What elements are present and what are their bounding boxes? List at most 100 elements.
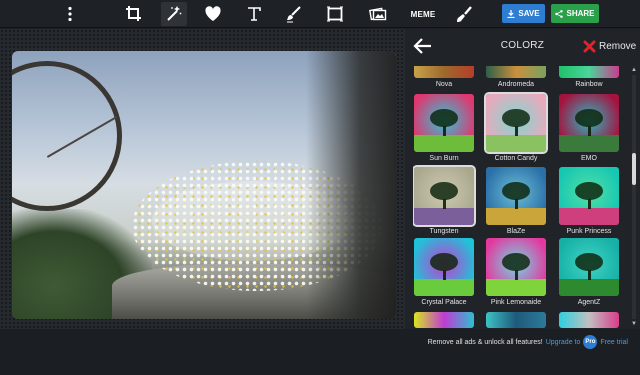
thumbnail-trunk xyxy=(588,198,591,209)
overlays-button[interactable] xyxy=(365,2,391,26)
canvas-area xyxy=(0,29,405,329)
filter-crystal-palace[interactable]: Crystal Palace xyxy=(413,238,475,306)
frames-button[interactable] xyxy=(322,2,348,26)
share-label: SHARE xyxy=(566,9,595,18)
thumbnail-ground xyxy=(414,134,474,152)
thumbnail-ground xyxy=(486,134,546,152)
photo-shadow xyxy=(306,51,396,319)
filter-emo[interactable]: EMO xyxy=(558,94,620,162)
stickers-button[interactable] xyxy=(200,2,226,26)
thumbnail-ground xyxy=(414,278,474,296)
photo-editor-app: MEME SAVE SHARE COLORZ Remove Nova Andro… xyxy=(0,0,640,375)
thumbnail-trunk xyxy=(443,125,446,136)
scroll-track[interactable] xyxy=(632,75,636,319)
touchup-button[interactable] xyxy=(451,2,477,26)
remove-label: Remove xyxy=(599,40,637,52)
filter-thumbnail[interactable] xyxy=(486,167,546,225)
filter-thumbnail[interactable] xyxy=(559,167,619,225)
scroll-thumb[interactable] xyxy=(632,153,636,185)
save-button[interactable]: SAVE xyxy=(502,4,545,23)
crop-button[interactable] xyxy=(121,2,147,26)
panel-scrollbar[interactable]: ▲ ▼ xyxy=(630,66,638,328)
filter-thumbnail[interactable] xyxy=(413,165,476,227)
filter-sun-burn[interactable]: Sun Burn xyxy=(413,94,475,162)
thumbnail-tree xyxy=(502,253,530,272)
paint-brush-icon xyxy=(457,6,472,22)
photo-canvas[interactable] xyxy=(12,51,396,319)
filter-thumbnail[interactable] xyxy=(486,238,546,296)
filter-pink-lemonaide[interactable]: Pink Lemonaide xyxy=(485,238,547,306)
filter-thumbnail[interactable] xyxy=(414,94,474,152)
thumbnail-tree xyxy=(575,182,603,201)
filter-cotton-candy[interactable]: Cotton Candy xyxy=(484,92,548,162)
filter-panel: COLORZ Remove Nova Andromeda Rainbow Sun Bu… xyxy=(405,29,640,329)
filter-blaze[interactable]: BlaZe xyxy=(485,167,547,235)
filter-thumbnail[interactable] xyxy=(414,66,474,78)
thumbnail-ground xyxy=(559,134,619,152)
filter-thumbnail[interactable] xyxy=(414,238,474,296)
filter-filter-12[interactable] xyxy=(413,312,475,328)
thumbnail-trunk xyxy=(515,269,518,280)
filter-label: Punk Princess xyxy=(566,228,612,235)
filter-thumbnail[interactable] xyxy=(486,312,546,328)
filter-tungsten[interactable]: Tungsten xyxy=(413,165,476,235)
filter-label: Nova xyxy=(435,81,453,88)
upgrade-link[interactable]: Upgrade to xyxy=(546,339,581,346)
text-icon xyxy=(248,7,261,21)
thumbnail-ground xyxy=(486,278,546,296)
remove-button[interactable]: Remove xyxy=(583,38,636,54)
bottom-bar: Remove all ads & unlock all features! Up… xyxy=(0,329,640,375)
filter-andromeda[interactable]: Andromeda xyxy=(485,66,547,88)
filter-label: Sun Burn xyxy=(429,155,459,162)
filter-thumbnail[interactable] xyxy=(559,94,619,152)
photos-icon xyxy=(369,7,387,21)
effects-button[interactable] xyxy=(161,2,187,26)
filter-label: Tungsten xyxy=(429,228,459,235)
meme-button[interactable]: MEME xyxy=(408,2,438,26)
filter-label: Rainbow xyxy=(575,81,603,88)
thumbnail-ground xyxy=(559,278,619,296)
text-button[interactable] xyxy=(241,2,267,26)
filter-nova[interactable]: Nova xyxy=(413,66,475,88)
filter-label: Andromeda xyxy=(497,81,535,88)
scroll-up-arrow[interactable]: ▲ xyxy=(630,66,638,74)
thumbnail-trunk xyxy=(443,269,446,280)
promo-text: Remove all ads & unlock all features! xyxy=(427,338,543,346)
filter-filter-13[interactable] xyxy=(485,312,547,328)
filter-rainbow[interactable]: Rainbow xyxy=(558,66,620,88)
filter-punk-princess[interactable]: Punk Princess xyxy=(558,167,620,235)
meme-label: MEME xyxy=(410,9,436,19)
thumbnail-tree xyxy=(430,182,458,201)
share-button[interactable]: SHARE xyxy=(551,4,599,23)
pro-badge[interactable]: Pro xyxy=(583,335,598,349)
more-menu-button[interactable] xyxy=(57,2,83,26)
thumbnail-ground xyxy=(486,207,546,225)
heart-icon xyxy=(205,6,221,21)
save-label: SAVE xyxy=(518,9,540,18)
filter-thumbnail[interactable] xyxy=(484,92,548,154)
filter-agentz[interactable]: AgentZ xyxy=(558,238,620,306)
magic-wand-icon xyxy=(167,6,182,21)
thumbnail-trunk xyxy=(443,198,446,209)
thumbnail-ground xyxy=(414,207,474,225)
filter-label: AgentZ xyxy=(577,299,601,306)
filter-thumbnail[interactable] xyxy=(486,66,546,78)
top-toolbar: MEME SAVE SHARE xyxy=(0,0,640,28)
filter-thumbnail[interactable] xyxy=(559,238,619,296)
thumbnail-tree xyxy=(502,109,530,128)
filter-thumbnail[interactable] xyxy=(414,312,474,328)
filter-label: Cotton Candy xyxy=(494,155,538,162)
thumbnail-tree xyxy=(575,253,603,272)
free-trial-link[interactable]: Free trial xyxy=(600,339,628,346)
thumbnail-tree xyxy=(430,109,458,128)
filter-thumbnail[interactable] xyxy=(559,66,619,78)
scroll-down-arrow[interactable]: ▼ xyxy=(630,320,638,328)
thumbnail-tree xyxy=(430,253,458,272)
bicycle-wheel xyxy=(12,61,122,211)
thumbnail-trunk xyxy=(515,125,518,136)
draw-button[interactable] xyxy=(281,2,307,26)
thumbnail-trunk xyxy=(588,269,591,280)
filter-filter-14[interactable] xyxy=(558,312,620,328)
filter-thumbnail[interactable] xyxy=(559,312,619,328)
thumbnail-tree xyxy=(575,109,603,128)
